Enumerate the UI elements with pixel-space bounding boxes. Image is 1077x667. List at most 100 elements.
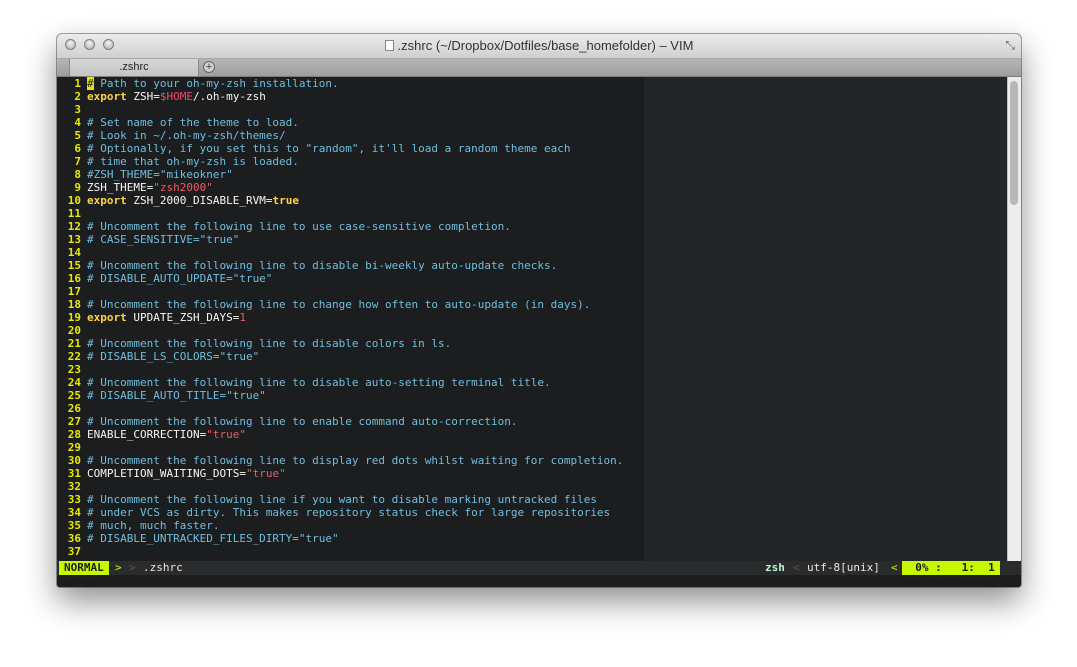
code-line[interactable]: 4 # Set name of the theme to load. <box>57 116 1007 129</box>
line-content: ENABLE_CORRECTION="true" <box>81 428 246 441</box>
token-var: $HOME <box>159 90 193 103</box>
line-content: # Set name of the theme to load. <box>81 116 299 129</box>
fullscreen-icon[interactable]: ⤡ <box>1005 39 1015 51</box>
token-text: COMPLETION_WAITING_DOTS= <box>87 467 246 480</box>
code-line[interactable]: 21 # Uncomment the following line to disa… <box>57 337 1007 350</box>
code-line[interactable]: 29 <box>57 441 1007 454</box>
line-content: # Uncomment the following line to enable… <box>81 415 517 428</box>
code-line[interactable]: 3 <box>57 103 1007 116</box>
code-line[interactable]: 9 ZSH_THEME="zsh2000" <box>57 181 1007 194</box>
line-number: 21 <box>67 337 81 350</box>
token-comment: # DISABLE_AUTO_UPDATE="true" <box>87 272 273 285</box>
code-line[interactable]: 17 <box>57 285 1007 298</box>
tab-label: .zshrc <box>119 61 149 73</box>
token-keyword: export <box>87 90 127 103</box>
new-tab-button[interactable]: + <box>203 61 215 73</box>
vertical-scrollbar[interactable] <box>1007 77 1021 561</box>
line-content: export ZSH=$HOME/.oh-my-zsh <box>81 90 266 103</box>
line-content: # Uncomment the following line to displa… <box>81 454 623 467</box>
token-comment: # under VCS as dirty. This makes reposit… <box>87 506 611 519</box>
token-text: ENABLE_CORRECTION= <box>87 428 207 441</box>
token-comment: # Uncomment the following line to use ca… <box>87 220 511 233</box>
code-line[interactable]: 1 # Path to your oh-my-zsh installation. <box>57 77 1007 90</box>
token-string: "true" <box>206 428 246 441</box>
code-line[interactable]: 5 # Look in ~/.oh-my-zsh/themes/ <box>57 129 1007 142</box>
code-line[interactable]: 2 export ZSH=$HOME/.oh-my-zsh <box>57 90 1007 103</box>
code-line[interactable]: 24 # Uncomment the following line to disa… <box>57 376 1007 389</box>
line-content: # Uncomment the following line to disabl… <box>81 376 551 389</box>
line-number: 10 <box>67 194 81 207</box>
line-number: 3 <box>74 103 81 116</box>
code-line[interactable]: 19 export UPDATE_ZSH_DAYS=1 <box>57 311 1007 324</box>
command-line[interactable] <box>57 575 1021 587</box>
line-number: 13 <box>67 233 81 246</box>
code-line[interactable]: 34 # under VCS as dirty. This makes repos… <box>57 506 1007 519</box>
line-number: 11 <box>67 207 81 220</box>
code-line[interactable]: 22 # DISABLE_LS_COLORS="true" <box>57 350 1007 363</box>
text-cursor: # <box>87 77 94 90</box>
code-line[interactable]: 10 export ZSH_2000_DISABLE_RVM=true <box>57 194 1007 207</box>
window-title: .zshrc (~/Dropbox/Dotfiles/base_homefold… <box>57 38 1021 53</box>
code-line[interactable]: 27 # Uncomment the following line to enab… <box>57 415 1007 428</box>
code-line[interactable]: 12 # Uncomment the following line to use … <box>57 220 1007 233</box>
line-number: 15 <box>67 259 81 272</box>
code-line[interactable]: 31 COMPLETION_WAITING_DOTS="true" <box>57 467 1007 480</box>
line-number: 35 <box>67 519 81 532</box>
code-line[interactable]: 18 # Uncomment the following line to chan… <box>57 298 1007 311</box>
code-line[interactable]: 8 #ZSH_THEME="mikeokner" <box>57 168 1007 181</box>
code-line[interactable]: 20 <box>57 324 1007 337</box>
code-line[interactable]: 11 <box>57 207 1007 220</box>
code-line[interactable]: 16 # DISABLE_AUTO_UPDATE="true" <box>57 272 1007 285</box>
line-number: 22 <box>67 350 81 363</box>
line-content: export ZSH_2000_DISABLE_RVM=true <box>81 194 299 207</box>
line-number: 18 <box>67 298 81 311</box>
line-content: # CASE_SENSITIVE="true" <box>81 233 239 246</box>
code-line[interactable]: 32 <box>57 480 1007 493</box>
line-number: 9 <box>74 181 81 194</box>
token-comment: # DISABLE_AUTO_TITLE="true" <box>87 389 266 402</box>
line-content: # Uncomment the following line to use ca… <box>81 220 511 233</box>
token-string: "true" <box>245 467 286 480</box>
line-number: 30 <box>67 454 81 467</box>
code-line[interactable]: 35 # much, much faster. <box>57 519 1007 532</box>
code-line[interactable]: 30 # Uncomment the following line to disp… <box>57 454 1007 467</box>
code-line[interactable]: 36 # DISABLE_UNTRACKED_FILES_DIRTY="true" <box>57 532 1007 545</box>
line-number: 20 <box>67 324 81 337</box>
code-line[interactable]: 26 <box>57 402 1007 415</box>
code-line[interactable]: 14 <box>57 246 1007 259</box>
code-line[interactable]: 23 <box>57 363 1007 376</box>
code-lines[interactable]: 1 # Path to your oh-my-zsh installation. 2… <box>57 77 1007 558</box>
code-line[interactable]: 15 # Uncomment the following line to disa… <box>57 259 1007 272</box>
token-comment: # Set name of the theme to load. <box>87 116 299 129</box>
tab-zshrc[interactable]: .zshrc <box>69 59 199 76</box>
token-comment: # Look in ~/.oh-my-zsh/themes/ <box>87 129 286 142</box>
editor-area[interactable]: 1 # Path to your oh-my-zsh installation. 2… <box>57 77 1007 561</box>
line-content: # DISABLE_AUTO_TITLE="true" <box>81 389 266 402</box>
code-line[interactable]: 28 ENABLE_CORRECTION="true" <box>57 428 1007 441</box>
code-line[interactable]: 7 # time that oh-my-zsh is loaded. <box>57 155 1007 168</box>
dim-separator: > <box>129 561 136 574</box>
token-comment: # DISABLE_LS_COLORS="true" <box>87 350 260 363</box>
line-number: 33 <box>67 493 81 506</box>
line-content: # time that oh-my-zsh is loaded. <box>81 155 299 168</box>
token-comment: # Uncomment the following line to disabl… <box>87 259 558 272</box>
line-number: 4 <box>74 116 81 129</box>
token-comment: Path to your oh-my-zsh installation. <box>93 77 339 90</box>
line-content: # Uncomment the following line to disabl… <box>81 259 557 272</box>
code-line[interactable]: 13 # CASE_SENSITIVE="true" <box>57 233 1007 246</box>
token-comment: # Uncomment the following line to displa… <box>87 454 624 467</box>
code-line[interactable]: 25 # DISABLE_AUTO_TITLE="true" <box>57 389 1007 402</box>
line-content: export UPDATE_ZSH_DAYS=1 <box>81 311 246 324</box>
position-separator: < <box>891 561 898 574</box>
token-keyword: export <box>87 311 127 324</box>
token-comment: # Optionally, if you set this to "random… <box>87 142 571 155</box>
code-line[interactable]: 6 # Optionally, if you set this to "rando… <box>57 142 1007 155</box>
code-line[interactable]: 37 <box>57 545 1007 558</box>
title-bar[interactable]: .zshrc (~/Dropbox/Dotfiles/base_homefold… <box>57 34 1021 59</box>
code-line[interactable]: 33 # Uncomment the following line if you … <box>57 493 1007 506</box>
status-filetype: zsh <box>765 561 785 574</box>
line-content: # Optionally, if you set this to "random… <box>81 142 570 155</box>
line-number: 19 <box>67 311 81 324</box>
scrollbar-thumb[interactable] <box>1010 81 1018 205</box>
token-comment: # Uncomment the following line if you wa… <box>87 493 597 506</box>
